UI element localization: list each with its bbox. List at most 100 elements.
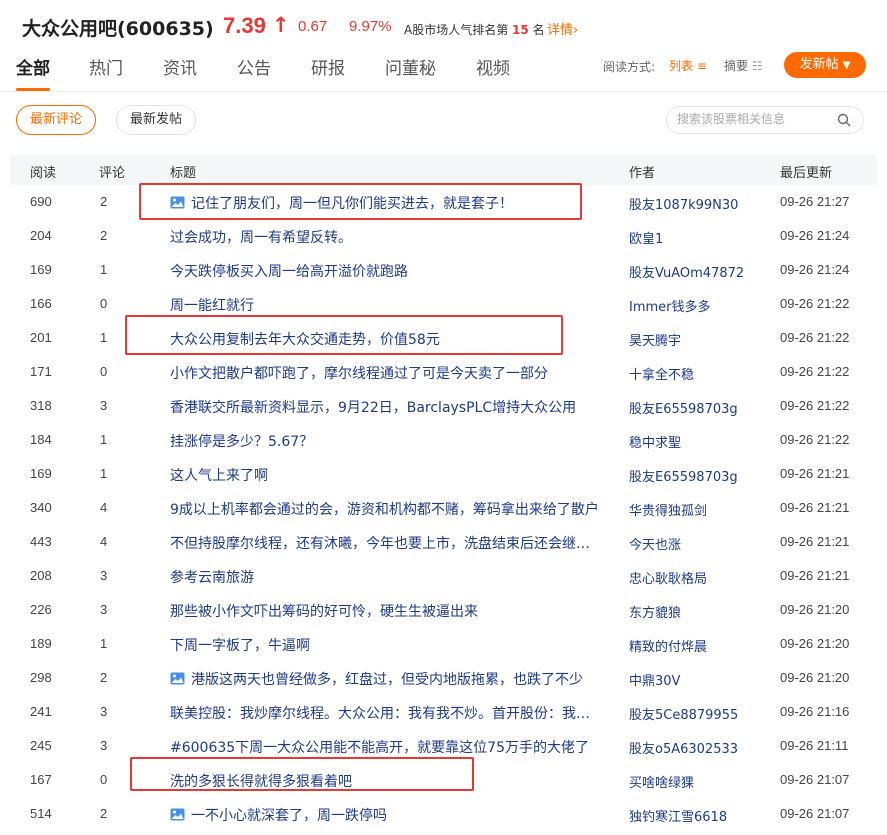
stock-title[interactable]: 大众公用吧(600635) [22,14,214,41]
author-link[interactable]: 今天也涨 [629,534,759,553]
author-link[interactable]: 东方貔狼 [629,602,759,621]
last-updated-time: 09-26 21:22 [780,296,850,311]
tab-announcements[interactable]: 公告 [237,54,271,79]
post-title-link[interactable]: 今天跌停板买入周一给高开溢价就跑路 [170,261,602,281]
search-icon[interactable] [837,113,851,127]
detail-link[interactable]: 详情› [547,19,578,38]
comment-count: 2 [100,228,108,243]
read-count: 208 [30,568,52,583]
post-title-link[interactable]: 周一能红就行 [170,295,602,315]
post-title-link[interactable]: 小作文把散户都吓跑了，摩尔线程通过了可是今天卖了一部分 [170,363,602,383]
last-updated-time: 09-26 21:27 [780,194,850,209]
tab-video[interactable]: 视频 [476,54,510,79]
author-link[interactable]: 欧皇1 [629,228,759,247]
table-row: 169 1 这人气上来了啊 股友E65598703g 09-26 21:21 [10,457,877,491]
author-link[interactable]: 中鼎30V [629,670,759,689]
post-title-link[interactable]: 9成以上机率都会通过的会，游资和机构都不赌，筹码拿出来给了散户 [170,499,602,519]
highlight-box [125,315,563,355]
post-title-link[interactable]: 一不小心就深套了，周一跌停吗 [170,805,602,825]
column-author: 作者 [629,166,656,181]
post-title-link[interactable]: 下周一字板了，牛逼啊 [170,635,602,655]
last-updated-time: 09-26 21:16 [780,704,850,719]
last-updated-time: 09-26 21:07 [780,806,850,821]
table-row: 443 4 不但持股摩尔线程，还有沐曦，今年也要上市，洗盘结束后还会继续涨 今天也涨 0… [10,525,877,559]
read-count: 169 [30,262,52,277]
post-title-text: 周一能红就行 [170,298,254,314]
caret-down-icon: ▼ [842,60,851,71]
comment-count: 2 [100,194,108,209]
tab-hot[interactable]: 热门 [89,54,123,79]
last-updated-time: 09-26 21:21 [780,466,850,481]
last-updated-time: 09-26 21:21 [780,534,850,549]
post-title-link[interactable]: 过会成功，周一有希望反转。 [170,227,602,247]
comment-count: 0 [100,296,108,311]
author-link[interactable]: Immer钱多多 [629,296,759,315]
author-link[interactable]: 精致的付烨晨 [629,636,759,655]
last-updated-time: 09-26 21:20 [780,602,850,617]
search-input[interactable] [677,112,827,126]
author-link[interactable]: 昊天腾宇 [629,330,759,349]
read-count: 514 [30,806,52,821]
post-title-link[interactable]: 港版这两天也曾经做多，红盘过，但受内地版拖累，也跌了不少 [170,669,602,689]
tab-all[interactable]: 全部 [16,54,50,79]
post-title-link[interactable]: 联美控股：我炒摩尔线程。大众公用：我有我不炒。首开股份：我不炒 [170,703,602,723]
author-link[interactable]: 独钓寒江雪6618 [629,806,759,825]
last-updated-time: 09-26 21:20 [780,670,850,685]
table-row: 298 2 港版这两天也曾经做多，红盘过，但受内地版拖累，也跌了不少 中鼎30V 09-… [10,661,877,695]
author-link[interactable]: 股友1087k99N30 [629,194,759,213]
last-updated-time: 09-26 21:22 [780,432,850,447]
read-mode-summary[interactable]: 摘要 ☷ [724,57,763,74]
table-row: 226 3 那些被小作文吓出筹码的好可怜，硬生生被逼出来 东方貔狼 09-26 21:2… [10,593,877,627]
post-title-link[interactable]: #600635下周一大众公用能不能高开，就要靠这位75万手的大佬了 [170,737,602,757]
tab-news[interactable]: 资讯 [163,54,197,79]
comment-count: 1 [100,262,108,277]
read-count: 245 [30,738,52,753]
chevron-right-icon: › [573,23,579,38]
filter-latest-post[interactable]: 最新发帖 [116,105,196,135]
read-count: 201 [30,330,52,345]
author-link[interactable]: 稳中求聖 [629,432,759,451]
author-link[interactable]: 股友E65598703g [629,466,759,485]
filter-latest-comment[interactable]: 最新评论 [16,105,96,135]
post-title-text: 不但持股摩尔线程，还有沐曦，今年也要上市，洗盘结束后还会继续涨 [170,536,602,552]
price-change: 0.67 [298,18,328,35]
read-mode-list[interactable]: 列表 ≡ [669,57,707,74]
author-link[interactable]: 股友E65598703g [629,398,759,417]
comment-count: 4 [100,500,108,515]
post-title-link[interactable]: 参考云南旅游 [170,567,602,587]
post-title-link[interactable]: 香港联交所最新资料显示，9月22日，BarclaysPLC增持大众公用 [170,397,602,417]
comment-count: 1 [100,636,108,651]
rank-suffix: 名 [532,23,545,37]
comment-count: 3 [100,704,108,719]
post-title-link[interactable]: 挂涨停是多少？5.67？ [170,431,602,451]
author-link[interactable]: 股友o5A6302533 [629,738,759,757]
tab-ask-secretary[interactable]: 问董秘 [385,54,436,79]
read-count: 166 [30,296,52,311]
author-link[interactable]: 十拿全不稳 [629,364,759,383]
post-title-link[interactable]: 那些被小作文吓出筹码的好可怜，硬生生被逼出来 [170,601,602,621]
summary-icon: ☷ [751,59,763,73]
post-title-link[interactable]: 这人气上来了啊 [170,465,602,485]
read-count: 298 [30,670,52,685]
author-link[interactable]: 股友5Ce8879955 [629,704,759,723]
rank-number: 15 [512,23,529,37]
post-title-text: 挂涨停是多少？5.67？ [170,434,314,450]
author-link[interactable]: 买啥啥绿猓 [629,772,759,791]
comment-count: 4 [100,534,108,549]
table-row: 169 1 今天跌停板买入周一给高开溢价就跑路 股友VuAOm47872 09-26 2… [10,253,877,287]
post-title-link[interactable]: 不但持股摩尔线程，还有沐曦，今年也要上市，洗盘结束后还会继续涨 [170,533,602,553]
new-post-button[interactable]: 发新帖 ▼ [784,52,866,78]
read-count: 204 [30,228,52,243]
author-link[interactable]: 股友VuAOm47872 [629,262,759,281]
last-updated-time: 09-26 21:21 [780,568,850,583]
table-row: 204 2 过会成功，周一有希望反转。 欧皇1 09-26 21:24 [10,219,877,253]
author-link[interactable]: 忠心耿耿格局 [629,568,759,587]
read-count: 226 [30,602,52,617]
tab-research[interactable]: 研报 [311,54,345,79]
post-title-text: 下周一字板了，牛逼啊 [170,638,310,654]
last-updated-time: 09-26 21:07 [780,772,850,787]
author-link[interactable]: 华贵得独孤剑 [629,500,759,519]
comment-count: 2 [100,670,108,685]
table-row: 514 2 一不小心就深套了，周一跌停吗 独钓寒江雪6618 09-26 21:07 [10,797,877,831]
comment-count: 0 [100,772,108,787]
